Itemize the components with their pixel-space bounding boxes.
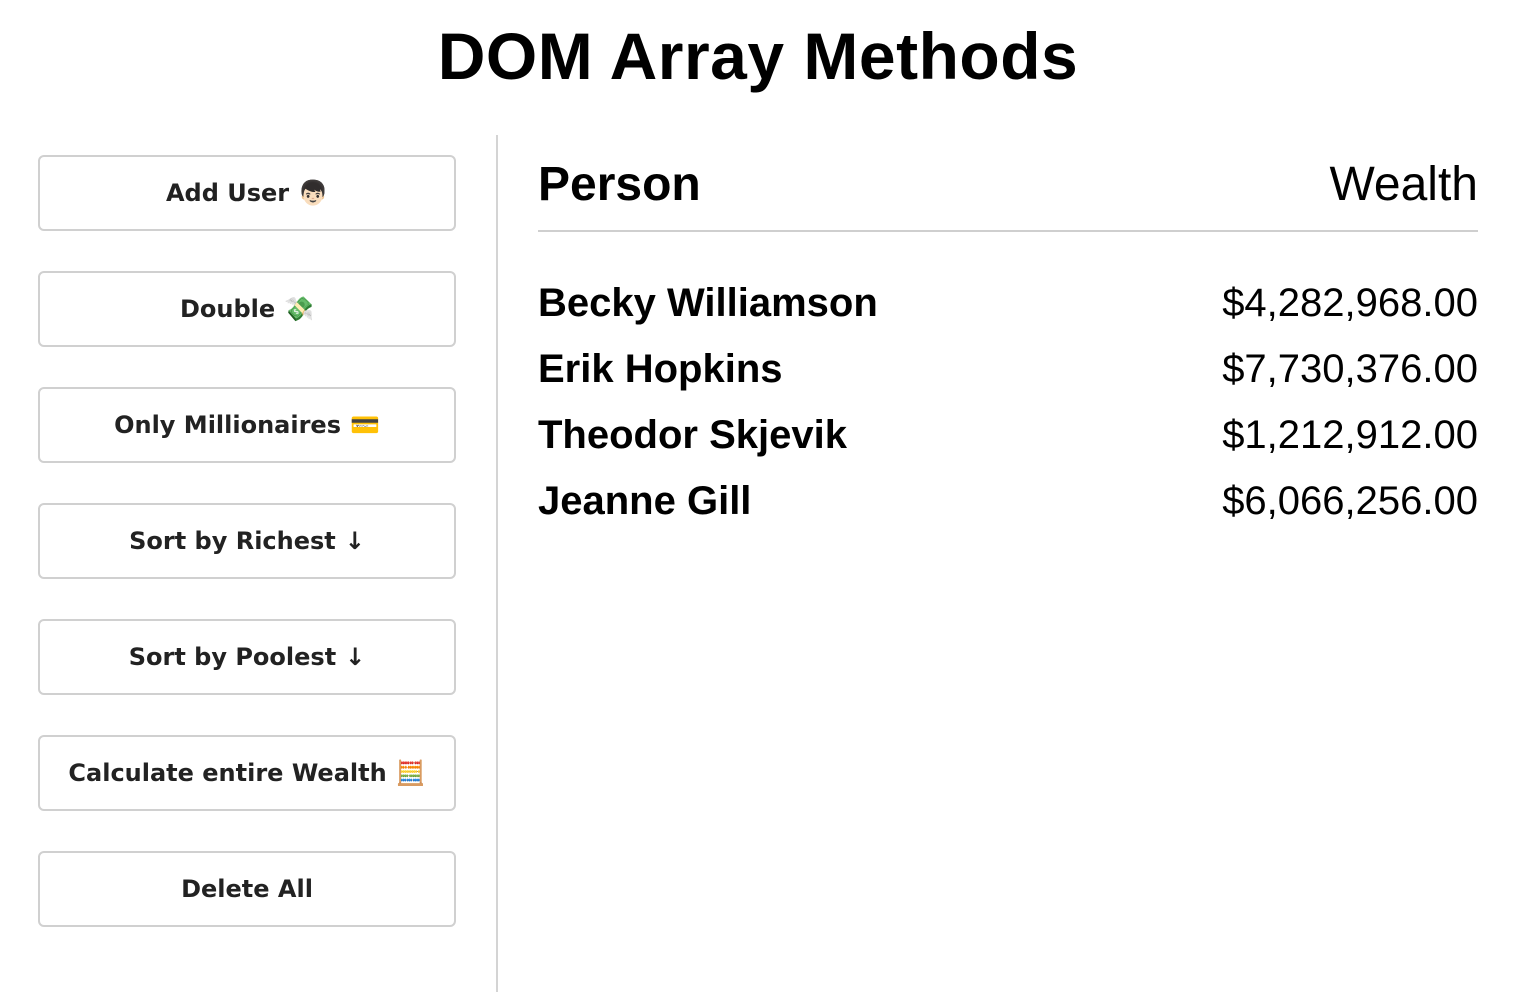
- table-row: Theodor Skjevik $1,212,912.00: [538, 402, 1478, 468]
- sort-by-richest-button[interactable]: Sort by Richest ↓: [38, 503, 456, 579]
- sidebar: Add User 👦🏻 Double 💸 Only Millionaires 💳…: [38, 155, 456, 967]
- wealth-column-header: Wealth: [1329, 157, 1478, 211]
- person-wealth: $6,066,256.00: [1222, 478, 1478, 523]
- person-column-header: Person: [538, 157, 701, 211]
- delete-all-button[interactable]: Delete All: [38, 851, 456, 927]
- person-wealth: $4,282,968.00: [1222, 280, 1478, 325]
- button-label: Double: [179, 295, 276, 323]
- person-icon: 👦🏻: [298, 179, 329, 207]
- button-label: Sort by Richest: [129, 527, 336, 555]
- button-label: Calculate entire Wealth: [68, 759, 387, 787]
- arrow-down-icon: ↓: [344, 527, 365, 555]
- only-millionaires-button[interactable]: Only Millionaires 💳: [38, 387, 456, 463]
- person-wealth: $7,730,376.00: [1222, 346, 1478, 391]
- vertical-divider: [496, 135, 498, 992]
- abacus-icon: 🧮: [395, 759, 426, 787]
- table-row: Becky Williamson $4,282,968.00: [538, 270, 1478, 336]
- money-wings-icon: 💸: [284, 295, 315, 323]
- button-label: Add User: [165, 179, 290, 207]
- button-label: Delete All: [181, 875, 313, 903]
- double-button[interactable]: Double 💸: [38, 271, 456, 347]
- button-label: Sort by Poolest: [128, 643, 337, 671]
- sort-by-poolest-button[interactable]: Sort by Poolest ↓: [38, 619, 456, 695]
- person-name: Theodor Skjevik: [538, 412, 847, 457]
- table-body: Becky Williamson $4,282,968.00 Erik Hopk…: [538, 270, 1478, 534]
- table-row: Erik Hopkins $7,730,376.00: [538, 336, 1478, 402]
- wealth-table: Person Wealth Becky Williamson $4,282,96…: [538, 150, 1478, 534]
- credit-card-icon: 💳: [350, 411, 380, 439]
- person-name: Becky Williamson: [538, 280, 878, 325]
- calculate-wealth-button[interactable]: Calculate entire Wealth 🧮: [38, 735, 456, 811]
- arrow-down-icon: ↓: [345, 643, 366, 671]
- button-label: Only Millionaires: [114, 411, 341, 439]
- person-name: Erik Hopkins: [538, 346, 783, 391]
- table-header: Person Wealth: [538, 150, 1478, 232]
- page-title: DOM Array Methods: [437, 19, 1079, 93]
- add-user-button[interactable]: Add User 👦🏻: [38, 155, 456, 231]
- person-name: Jeanne Gill: [538, 478, 752, 523]
- person-wealth: $1,212,912.00: [1222, 412, 1478, 457]
- table-row: Jeanne Gill $6,066,256.00: [538, 468, 1478, 534]
